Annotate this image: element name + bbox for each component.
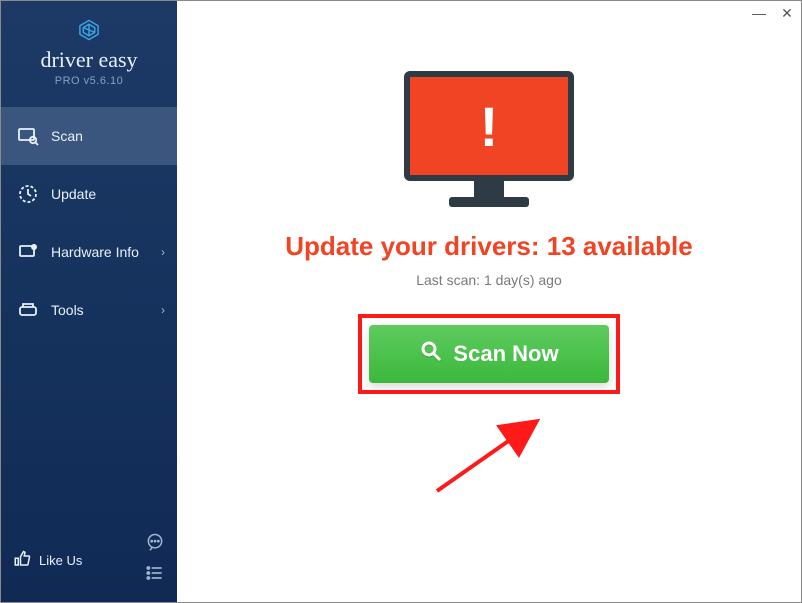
sidebar-footer: Like Us (1, 522, 177, 602)
search-icon (419, 339, 443, 369)
sidebar: driver easy PRO v5.6.10 Scan (1, 1, 177, 602)
like-us-label: Like Us (39, 553, 82, 568)
scan-now-button[interactable]: Scan Now (369, 325, 609, 383)
feedback-icon[interactable] (145, 532, 165, 557)
brand-logo-icon (78, 19, 100, 41)
sidebar-item-scan[interactable]: Scan (1, 107, 177, 165)
alert-monitor-graphic: ! (404, 71, 574, 207)
sidebar-item-label: Hardware Info (51, 244, 139, 260)
sidebar-item-update[interactable]: Update (1, 165, 177, 223)
chevron-right-icon: › (161, 245, 165, 259)
svg-text:i: i (33, 245, 34, 251)
scan-icon (17, 125, 39, 147)
sidebar-nav: Scan Update i (1, 107, 177, 339)
scan-highlight-box: Scan Now (358, 314, 620, 394)
app-window: — ✕ driver easy PRO v5.6.10 (0, 0, 802, 603)
sidebar-item-label: Scan (51, 128, 83, 144)
exclamation-icon: ! (480, 94, 499, 159)
brand-block: driver easy PRO v5.6.10 (1, 1, 177, 97)
thumbs-up-icon (13, 550, 31, 571)
scan-now-label: Scan Now (453, 341, 558, 367)
brand-version: PRO v5.6.10 (55, 75, 123, 87)
annotation-arrow (417, 411, 577, 511)
update-icon (17, 183, 39, 205)
headline-text: Update your drivers: 13 available (285, 231, 693, 262)
brand-name: driver easy (40, 47, 137, 73)
tools-icon (17, 299, 39, 321)
main-panel: ! Update your drivers: 13 available Last… (177, 1, 801, 602)
monitor-screen: ! (404, 71, 574, 181)
sidebar-item-label: Tools (51, 302, 84, 318)
sidebar-item-label: Update (51, 186, 96, 202)
footer-icons (145, 532, 165, 588)
last-scan-text: Last scan: 1 day(s) ago (416, 272, 562, 288)
sidebar-item-hardware-info[interactable]: i Hardware Info › (1, 223, 177, 281)
chevron-right-icon: › (161, 303, 165, 317)
monitor-base (449, 197, 529, 207)
sidebar-item-tools[interactable]: Tools › (1, 281, 177, 339)
hardware-icon: i (17, 241, 39, 263)
menu-list-icon[interactable] (145, 563, 165, 588)
like-us-button[interactable]: Like Us (13, 550, 82, 571)
